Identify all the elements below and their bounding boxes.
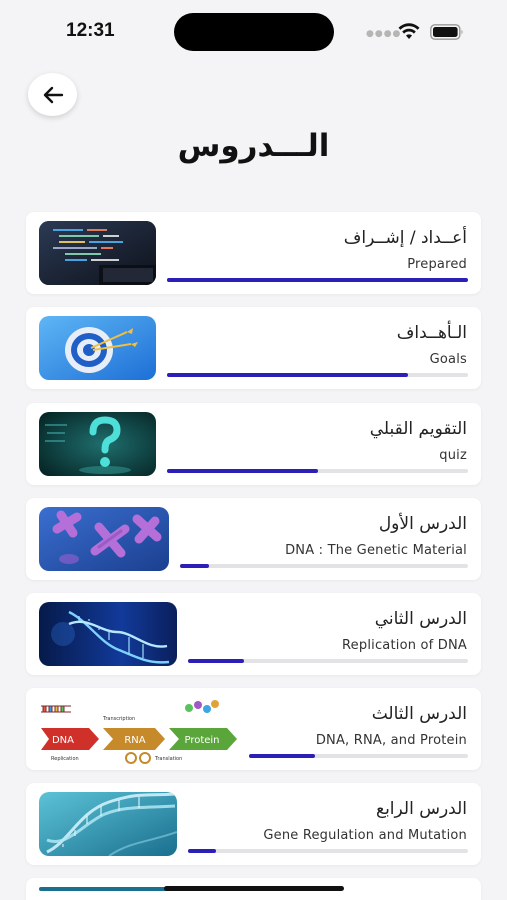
back-button[interactable] <box>28 73 77 116</box>
lesson-title: الدرس الثالث <box>371 704 467 724</box>
replication-label: Replication <box>51 756 79 762</box>
lesson-card-prepared[interactable]: أعــداد / إشــراف Prepared <box>26 212 481 294</box>
lesson-thumbnail-target <box>39 316 156 380</box>
lesson-card-goals[interactable]: الـأهــداف Goals <box>26 307 481 389</box>
lesson-progress-track <box>188 849 468 853</box>
lesson-progress-fill <box>188 659 244 663</box>
lesson-title: الدرس الرابع <box>376 799 467 819</box>
lesson-thumbnail-dna-helix <box>39 602 177 666</box>
home-indicator <box>164 886 344 891</box>
lesson-thumbnail-central-dogma: DNA RNA Protein Transcription Translatio… <box>37 694 242 764</box>
lesson-progress-track <box>249 754 468 758</box>
lesson-progress-track <box>180 564 468 568</box>
lesson-progress-fill <box>180 564 209 568</box>
lesson-progress-fill <box>167 278 468 282</box>
lesson-subtitle: Prepared <box>407 257 467 272</box>
lesson-thumbnail-dna-blue <box>39 792 177 856</box>
protein-label: Protein <box>184 735 219 746</box>
lesson-progress-track <box>167 469 468 473</box>
rna-label: RNA <box>124 735 145 746</box>
transcription-label: Transcription <box>102 716 135 722</box>
lesson-progress-track <box>167 278 468 282</box>
lesson-card-quiz[interactable]: التقويم القبلي quiz <box>26 403 481 485</box>
page-title: الـــدروس <box>177 128 330 164</box>
lesson-subtitle: DNA, RNA, and Protein <box>315 733 467 748</box>
dynamic-island <box>174 13 334 51</box>
wifi-icon <box>398 23 420 39</box>
lesson-title: أعــداد / إشــراف <box>343 228 467 248</box>
lesson-card-lesson-2[interactable]: الدرس الثاني Replication of DNA <box>26 593 481 675</box>
lesson-title: التقويم القبلي <box>369 419 467 439</box>
lesson-thumbnail-partial <box>39 887 177 891</box>
status-time: 12:31 <box>66 20 115 41</box>
status-bar: 12:31 ●●●● <box>0 0 507 60</box>
lesson-subtitle: Replication of DNA <box>342 638 467 653</box>
lesson-subtitle: Goals <box>429 352 467 367</box>
lesson-subtitle: Gene Regulation and Mutation <box>263 828 467 843</box>
lesson-progress-track <box>167 373 468 377</box>
lesson-subtitle: DNA : The Genetic Material <box>285 543 467 558</box>
lesson-title: الدرس الأول <box>378 514 467 534</box>
lesson-card-lesson-4[interactable]: الدرس الرابع Gene Regulation and Mutatio… <box>26 783 481 865</box>
lesson-title: الـأهــداف <box>396 323 467 343</box>
arrow-left-icon <box>43 86 63 103</box>
battery-icon <box>430 24 463 40</box>
dna-label: DNA <box>52 735 74 746</box>
lesson-progress-fill <box>167 373 408 377</box>
lesson-subtitle: quiz <box>439 448 467 463</box>
lesson-progress-fill <box>167 469 318 473</box>
lesson-progress-track <box>188 659 468 663</box>
lesson-card-lesson-1[interactable]: الدرس الأول DNA : The Genetic Material <box>26 498 481 580</box>
lesson-progress-fill <box>249 754 315 758</box>
translation-label: Translation <box>154 756 182 762</box>
lesson-thumbnail-question <box>39 412 156 476</box>
lesson-thumbnail-code <box>39 221 156 285</box>
lesson-card-lesson-3[interactable]: DNA RNA Protein Transcription Translatio… <box>26 688 481 770</box>
lesson-title: الدرس الثاني <box>374 609 467 629</box>
lesson-thumbnail-chromosomes <box>39 507 169 571</box>
lesson-progress-fill <box>188 849 216 853</box>
